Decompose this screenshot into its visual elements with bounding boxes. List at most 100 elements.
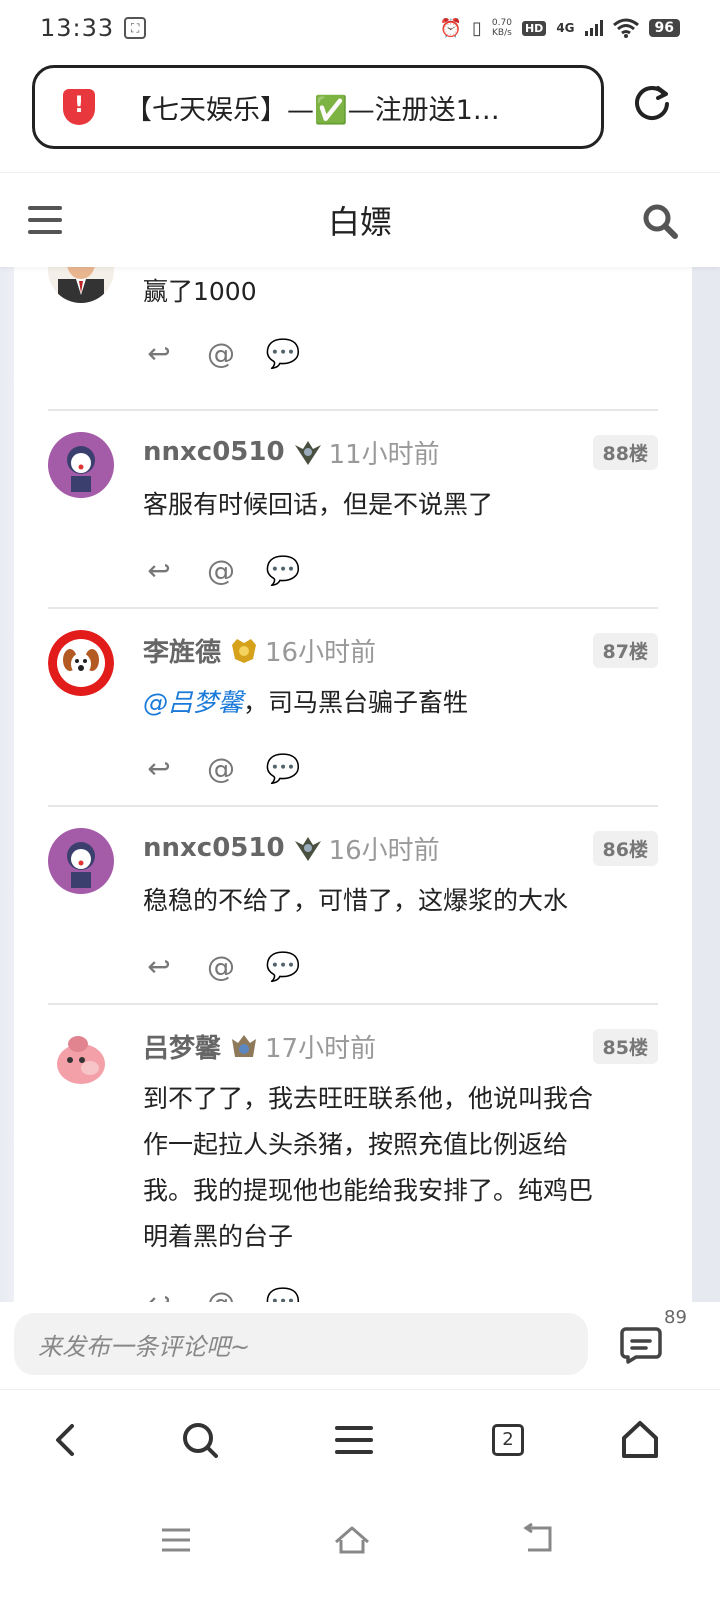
comment-actions: ↩ @ 💬 xyxy=(143,335,658,371)
comment-time: 11小时前 xyxy=(328,439,440,470)
home-button[interactable] xyxy=(618,1418,662,1462)
signal-icon xyxy=(584,20,603,36)
avatar[interactable] xyxy=(48,828,114,894)
tabs-button[interactable]: 2 xyxy=(492,1424,524,1456)
divider xyxy=(48,805,658,807)
comment-input[interactable]: 来发布一条评论吧~ xyxy=(14,1313,588,1375)
search-icon[interactable] xyxy=(640,201,680,241)
system-back-button[interactable] xyxy=(518,1520,558,1560)
comment-bubble-icon[interactable]: 💬 xyxy=(266,554,301,587)
wifi-icon xyxy=(612,18,639,38)
comment-header: nnxc0510 11小时前 88楼 xyxy=(143,432,658,472)
rank-badge-icon xyxy=(232,639,257,663)
comment-time: 16小时前 xyxy=(265,637,377,668)
username[interactable]: 吕梦馨 xyxy=(143,1028,221,1065)
menu-icon-line xyxy=(28,218,62,222)
comment-bubble-icon[interactable]: 💬 xyxy=(266,752,301,785)
rank-badge-icon xyxy=(294,441,321,465)
comment-actions: ↩ @ 💬 xyxy=(143,552,658,588)
divider xyxy=(48,409,658,411)
net-speed: 0.70 KB/s xyxy=(492,18,512,38)
username[interactable]: 李旌德 xyxy=(143,632,221,669)
menu-button[interactable] xyxy=(28,206,62,234)
username[interactable]: nnxc0510 xyxy=(143,437,285,467)
back-button[interactable] xyxy=(44,1418,88,1462)
comment-bubble-icon[interactable]: 💬 xyxy=(266,337,301,370)
comment-actions: ↩ @ 💬 xyxy=(143,948,658,984)
menu-icon-line xyxy=(28,206,62,210)
comments-button[interactable] xyxy=(620,1326,662,1364)
page-title: 白嫖 xyxy=(327,203,392,241)
comment-list[interactable]: 赢了1000 ↩ @ 💬 nnxc0510 11小时前 88楼 客服有时候回话，… xyxy=(0,267,720,1302)
rank-badge-icon xyxy=(232,1035,257,1057)
mention-icon[interactable]: @ xyxy=(205,950,237,983)
battery-indicator: 96 xyxy=(648,19,680,37)
comment-body: nnxc0510 16小时前 86楼 稳稳的不给了，可惜了，这爆浆的大水 ↩ @… xyxy=(143,828,658,984)
menu-icon-line xyxy=(28,230,62,234)
vibrate-icon: ▯ xyxy=(472,17,482,39)
comment-text: 到不了了，我去旺旺联系他，他说叫我合 作一起拉人头杀猪，按照充值比例返给 我。我… xyxy=(143,1076,658,1260)
comment-text-rest: ，司马黑台骗子畜牲 xyxy=(243,688,469,717)
reply-icon[interactable]: ↩ xyxy=(143,950,175,983)
avatar[interactable] xyxy=(48,1026,114,1092)
comment-time: 16小时前 xyxy=(328,835,440,866)
mention-icon[interactable]: @ xyxy=(205,1286,237,1303)
comment-body: nnxc0510 11小时前 88楼 客服有时候回话，但是不说黑了 ↩ @ 💬 xyxy=(143,432,658,588)
avatar[interactable] xyxy=(48,630,114,696)
avatar[interactable] xyxy=(48,432,114,498)
avatar[interactable] xyxy=(48,267,114,303)
comment-text-line: 作一起拉人头杀猪，按照充值比例返给 xyxy=(143,1130,569,1159)
divider xyxy=(48,1003,658,1005)
recents-button[interactable] xyxy=(156,1520,196,1560)
comment-body: 吕梦馨 17小时前 85楼 到不了了，我去旺旺联系他，他说叫我合 作一起拉人头杀… xyxy=(143,1026,658,1302)
reload-button[interactable] xyxy=(630,82,674,126)
floor-badge: 88楼 xyxy=(592,434,658,470)
browser-toolbar: 2 xyxy=(0,1390,720,1490)
comment-actions: ↩ @ 💬 xyxy=(143,1284,658,1303)
floor-badge: 87楼 xyxy=(592,632,658,668)
comment-actions: ↩ @ 💬 xyxy=(143,750,658,786)
security-warning-icon[interactable]: ! xyxy=(63,89,95,125)
network-type: 4G xyxy=(556,21,575,35)
reply-icon[interactable]: ↩ xyxy=(143,337,175,370)
search-button[interactable] xyxy=(178,1418,222,1462)
system-navigation-bar xyxy=(0,1490,720,1600)
comment-body: 李旌德 16小时前 87楼 @吕梦馨，司马黑台骗子畜牲 ↩ @ 💬 xyxy=(143,630,658,786)
address-bar[interactable]: ! 【七天娱乐】—✅—注册送1… xyxy=(32,65,604,149)
comment-text: @吕梦馨，司马黑台骗子畜牲 xyxy=(143,680,658,726)
notification-app-icon: ⛶ xyxy=(124,17,147,39)
alarm-icon: ⏰ xyxy=(439,17,463,39)
mention-icon[interactable]: @ xyxy=(205,337,237,370)
comment-bubble-icon[interactable]: 💬 xyxy=(266,1286,301,1303)
comment-text: 客服有时候回话，但是不说黑了 xyxy=(143,490,494,519)
comment-text-line: 到不了了，我去旺旺联系他，他说叫我合 xyxy=(143,1084,594,1113)
comment-compose-bar: 来发布一条评论吧~ 89 xyxy=(0,1302,720,1390)
menu-button-bottom[interactable] xyxy=(332,1418,376,1462)
floor-badge: 85楼 xyxy=(592,1028,658,1064)
mention-icon[interactable]: @ xyxy=(205,554,237,587)
comment-header: nnxc0510 16小时前 86楼 xyxy=(143,828,658,868)
comment-text-line: 我。我的提现他也能给我安排了。纯鸡巴 xyxy=(143,1176,594,1205)
system-home-button[interactable] xyxy=(332,1520,372,1560)
username[interactable]: nnxc0510 xyxy=(143,833,285,863)
floor-badge: 86楼 xyxy=(592,830,658,866)
reply-icon[interactable]: ↩ xyxy=(143,752,175,785)
url-row: ! 【七天娱乐】—✅—注册送1… xyxy=(0,62,720,152)
reply-icon[interactable]: ↩ xyxy=(143,554,175,587)
status-bar: 13:33 ⛶ ⏰ ▯ 0.70 KB/s HD 4G 96 xyxy=(0,0,720,56)
comment-bubble-icon[interactable]: 💬 xyxy=(266,950,301,983)
comment-text-line: 明着黑的台子 xyxy=(143,1222,294,1251)
comment-body: 赢了1000 ↩ @ 💬 xyxy=(143,267,658,371)
mention-link[interactable]: @吕梦馨 xyxy=(143,688,243,717)
comment-header: 吕梦馨 17小时前 85楼 xyxy=(143,1026,658,1066)
reply-icon[interactable]: ↩ xyxy=(143,1286,175,1303)
comment-count: 89 xyxy=(664,1307,687,1328)
site-header: 白嫖 xyxy=(0,172,720,267)
hd-badge: HD xyxy=(521,20,547,36)
comment-time: 17小时前 xyxy=(265,1033,377,1064)
mention-icon[interactable]: @ xyxy=(205,752,237,785)
divider xyxy=(48,607,658,609)
page-title-url[interactable]: 【七天娱乐】—✅—注册送1… xyxy=(125,88,500,127)
comment-text: 稳稳的不给了，可惜了，这爆浆的大水 xyxy=(143,886,569,915)
rank-badge-icon xyxy=(294,837,321,861)
